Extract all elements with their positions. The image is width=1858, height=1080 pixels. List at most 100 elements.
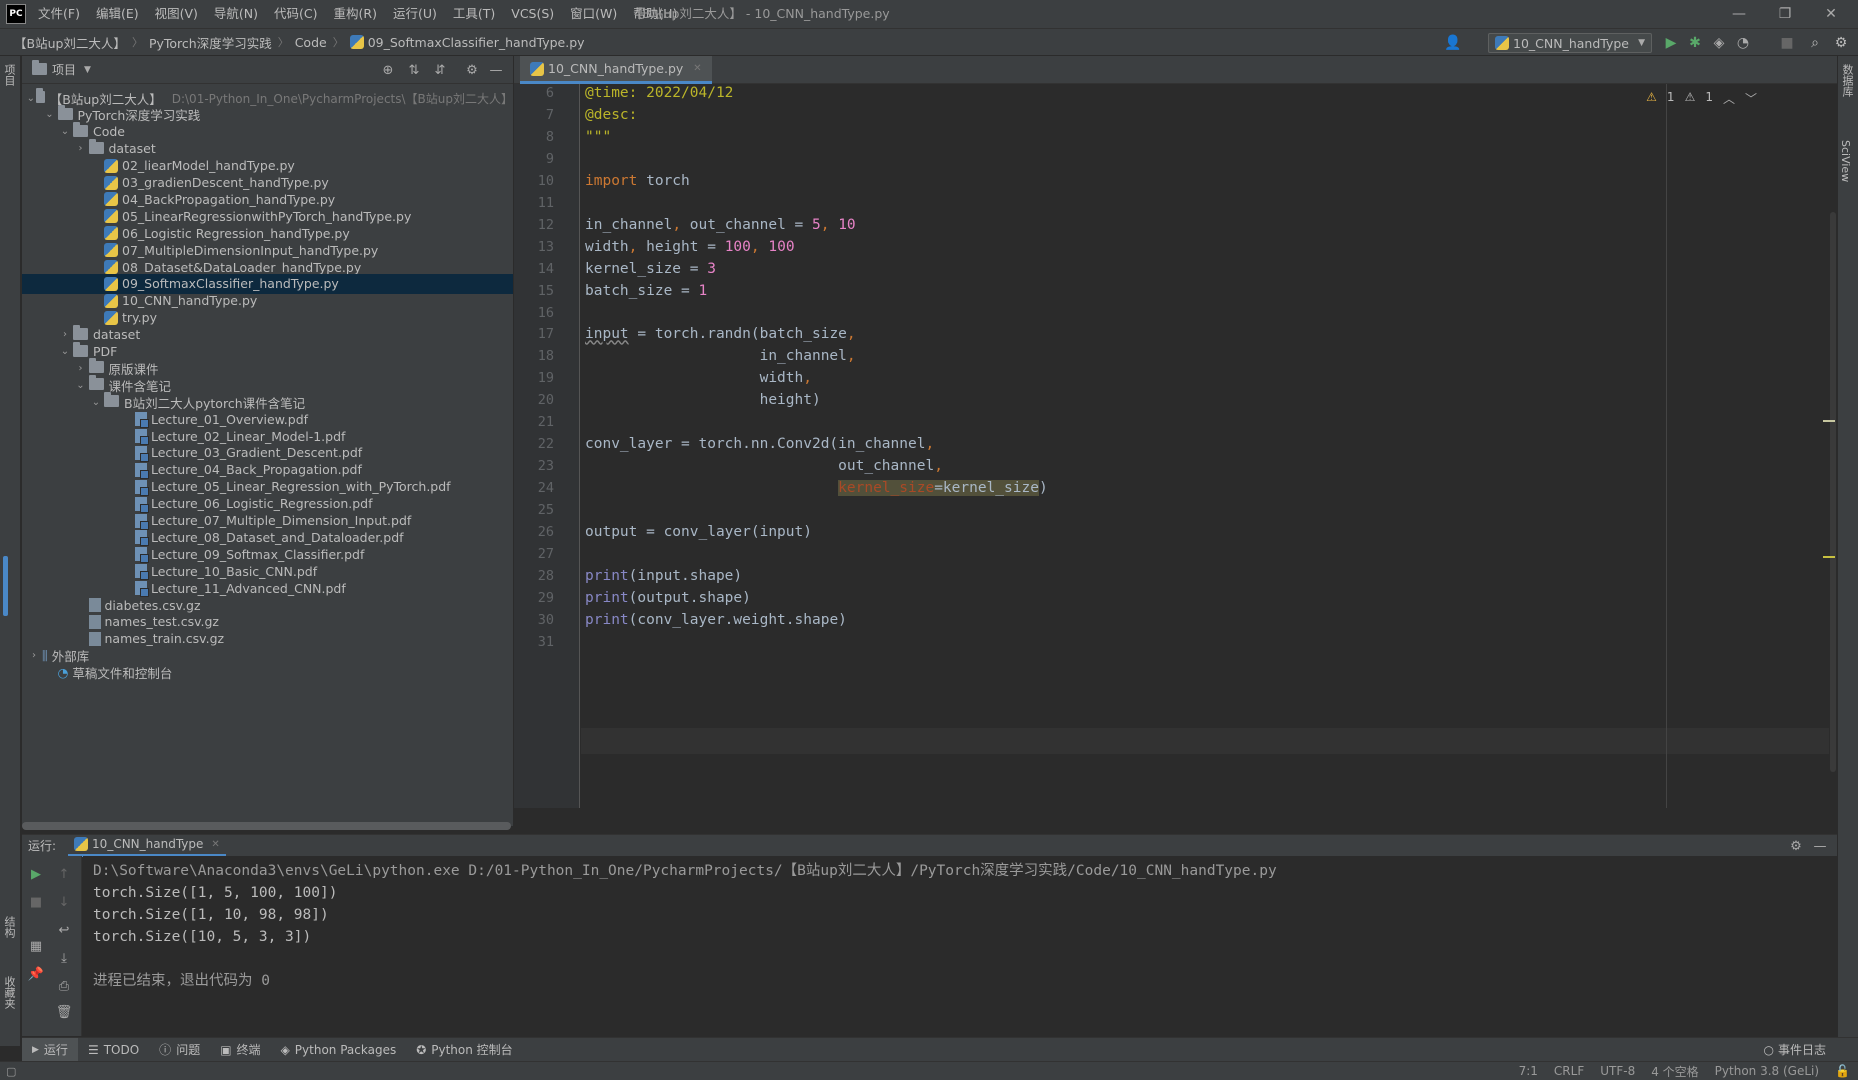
tree-item-label: 10_CNN_handType.py [122, 293, 258, 309]
lock-icon[interactable]: 🔓 [1827, 1064, 1858, 1078]
print-icon[interactable]: ⎙ [54, 976, 74, 996]
hide-panel-icon[interactable]: — [486, 60, 506, 80]
stop-icon[interactable]: ■ [1778, 34, 1796, 52]
gear-icon[interactable]: ⚙ [462, 60, 482, 80]
scroll-to-end-icon[interactable]: ⤓ [54, 948, 74, 968]
tree-item-label: Lecture_09_Softmax_Classifier.pdf [151, 546, 365, 562]
tree-file[interactable]: ◔ 草稿文件和控制台 [22, 663, 513, 683]
menu-item[interactable]: 导航(N) [206, 0, 266, 28]
chevron-right-icon[interactable]: › [26, 650, 42, 661]
trash-icon[interactable]: 🗑 [54, 1002, 74, 1022]
menu-item[interactable]: 工具(T) [445, 0, 503, 28]
menu-item[interactable]: 编辑(E) [88, 0, 147, 28]
editor-scroll-thumb[interactable] [1830, 212, 1836, 772]
hide-panel-icon[interactable]: — [1810, 836, 1830, 856]
expand-all-icon[interactable]: ⇅ [404, 60, 424, 80]
status-interpreter[interactable]: Python 3.8 (GeLi) [1707, 1064, 1827, 1078]
chevron-down-icon[interactable]: ⌄ [57, 126, 73, 137]
breadcrumb-item[interactable]: 【B站up刘二大人】 [10, 33, 130, 52]
menu-item[interactable]: 文件(F) [30, 0, 88, 28]
code-editor[interactable]: ⚠ 1 ⚠ 1 ︿ ﹀ @time: 2022/04/12 @desc: """ impo… [581, 84, 1837, 808]
restore-icon[interactable]: ❐ [1762, 0, 1808, 28]
close-tab-icon[interactable]: ✕ [211, 839, 219, 850]
tree-item-label: Lecture_03_Gradient_Descent.pdf [151, 445, 363, 461]
settings-gear-icon[interactable]: ⚙ [1832, 34, 1850, 52]
tool-tab-python-packages[interactable]: ◈ Python Packages [271, 1038, 407, 1062]
status-encoding[interactable]: UTF-8 [1592, 1064, 1643, 1078]
close-tab-icon[interactable]: ✕ [693, 63, 701, 74]
code-line[interactable]: import torch [585, 168, 690, 194]
editor-scrollbar[interactable] [1823, 84, 1837, 808]
tool-tab-python-console[interactable]: ✪ Python 控制台 [406, 1038, 522, 1062]
tool-tab-structure[interactable]: 结构 [1, 916, 17, 938]
folder-icon [73, 121, 88, 137]
chevron-down-icon[interactable]: ⌄ [42, 109, 58, 120]
tool-tab-run[interactable]: ▶ 运行 [22, 1037, 78, 1062]
soft-wrap-icon[interactable]: ↩ [54, 920, 74, 940]
menu-item[interactable]: VCS(S) [503, 0, 562, 28]
menu-item[interactable]: 窗口(W) [562, 0, 625, 28]
chevron-right-icon[interactable]: › [57, 329, 73, 340]
tree-item-label: 04_BackPropagation_handType.py [122, 191, 336, 207]
profile-icon[interactable]: ◔ [1734, 34, 1752, 52]
tool-tab-database[interactable]: 数据库 [1839, 64, 1855, 97]
warning-marker[interactable] [1823, 420, 1835, 422]
tool-tab-todo[interactable]: ☰ TODO [78, 1038, 149, 1062]
arrow-down-icon[interactable]: ↓ [54, 892, 74, 912]
close-window-icon[interactable]: ✕ [1808, 0, 1854, 28]
breadcrumb-item[interactable]: 09_SoftmaxClassifier_handType.py [346, 35, 589, 50]
code-line[interactable]: """ [585, 124, 611, 150]
gear-icon[interactable]: ⚙ [1786, 836, 1806, 856]
chevron-down-icon[interactable]: ⌄ [57, 346, 73, 357]
stop-icon[interactable]: ■ [26, 892, 46, 912]
horizontal-scrollbar[interactable] [22, 822, 511, 830]
code-line[interactable]: batch_size = 1 [585, 278, 707, 304]
code-line[interactable]: height) [585, 387, 821, 413]
debug-icon[interactable]: ✱ [1686, 34, 1704, 52]
code-line[interactable]: output = conv_layer(input) [585, 519, 812, 545]
warning-marker[interactable] [1823, 556, 1835, 558]
console-output[interactable]: D:\Software\Anaconda3\envs\GeLi\python.e… [83, 856, 1837, 1036]
menu-item[interactable]: 运行(U) [385, 0, 445, 28]
tool-tab-terminal[interactable]: ▣ 终端 [210, 1038, 270, 1062]
run-icon[interactable]: ▶ [1662, 34, 1680, 52]
chevron-right-icon[interactable]: › [73, 143, 89, 154]
arrow-up-icon[interactable]: ↑ [54, 864, 74, 884]
chevron-down-icon[interactable]: ▼ [84, 65, 91, 75]
chevron-down-icon[interactable]: ⌄ [26, 93, 36, 104]
tool-tab-favorites[interactable]: 收藏夹 [1, 976, 17, 1009]
run-config-dropdown[interactable]: 10_CNN_handType ▼ [1488, 33, 1652, 53]
menu-item[interactable]: 视图(V) [147, 0, 206, 28]
run-tab[interactable]: 10_CNN_handType ✕ [68, 835, 226, 857]
status-caret-position[interactable]: 7:1 [1511, 1064, 1546, 1078]
layout-icon[interactable]: ▦ [26, 936, 46, 956]
chevron-right-icon[interactable]: › [73, 363, 89, 374]
project-panel-title[interactable]: 项目 [52, 61, 76, 78]
tool-tab-project[interactable]: 项目 [1, 64, 17, 86]
locate-icon[interactable]: ⊕ [378, 60, 398, 80]
tool-tab-sciview[interactable]: SciView [1839, 140, 1852, 182]
layout-toggle-icon[interactable]: ▢ [6, 1065, 16, 1078]
collapse-all-icon[interactable]: ⇵ [430, 60, 450, 80]
tool-tab-problems[interactable]: ⓘ 问题 [149, 1038, 210, 1062]
search-icon[interactable]: ⌕ [1806, 34, 1824, 52]
pin-icon[interactable]: 📌 [26, 964, 46, 984]
event-log-button[interactable]: ○ 事件日志 [1754, 1038, 1837, 1062]
inspection-widget[interactable]: ⚠ 1 ⚠ 1 ︿ ﹀ [1646, 90, 1757, 107]
menu-item[interactable]: 代码(C) [266, 0, 325, 28]
coverage-icon[interactable]: ◈ [1710, 34, 1728, 52]
minimize-icon[interactable]: — [1716, 0, 1762, 28]
menu-item[interactable]: 重构(R) [326, 0, 385, 28]
breadcrumb-item[interactable]: PyTorch深度学习实践 [145, 33, 276, 52]
chevron-down-icon[interactable]: ⌄ [88, 397, 104, 408]
code-line[interactable]: print(conv_layer.weight.shape) [585, 607, 847, 633]
status-indent[interactable]: 4 个空格 [1643, 1063, 1706, 1080]
chevron-up-icon[interactable]: ︿ [1723, 90, 1735, 107]
chevron-down-icon[interactable]: ﹀ [1745, 90, 1757, 107]
breadcrumb-item[interactable]: Code [291, 35, 331, 50]
code-line[interactable]: kernel_size=kernel_size) [585, 475, 1048, 501]
chevron-down-icon[interactable]: ⌄ [73, 380, 89, 391]
status-line-separator[interactable]: CRLF [1546, 1064, 1592, 1078]
rerun-icon[interactable]: ▶ [26, 864, 46, 884]
user-icon[interactable]: 👤 [1444, 34, 1462, 52]
